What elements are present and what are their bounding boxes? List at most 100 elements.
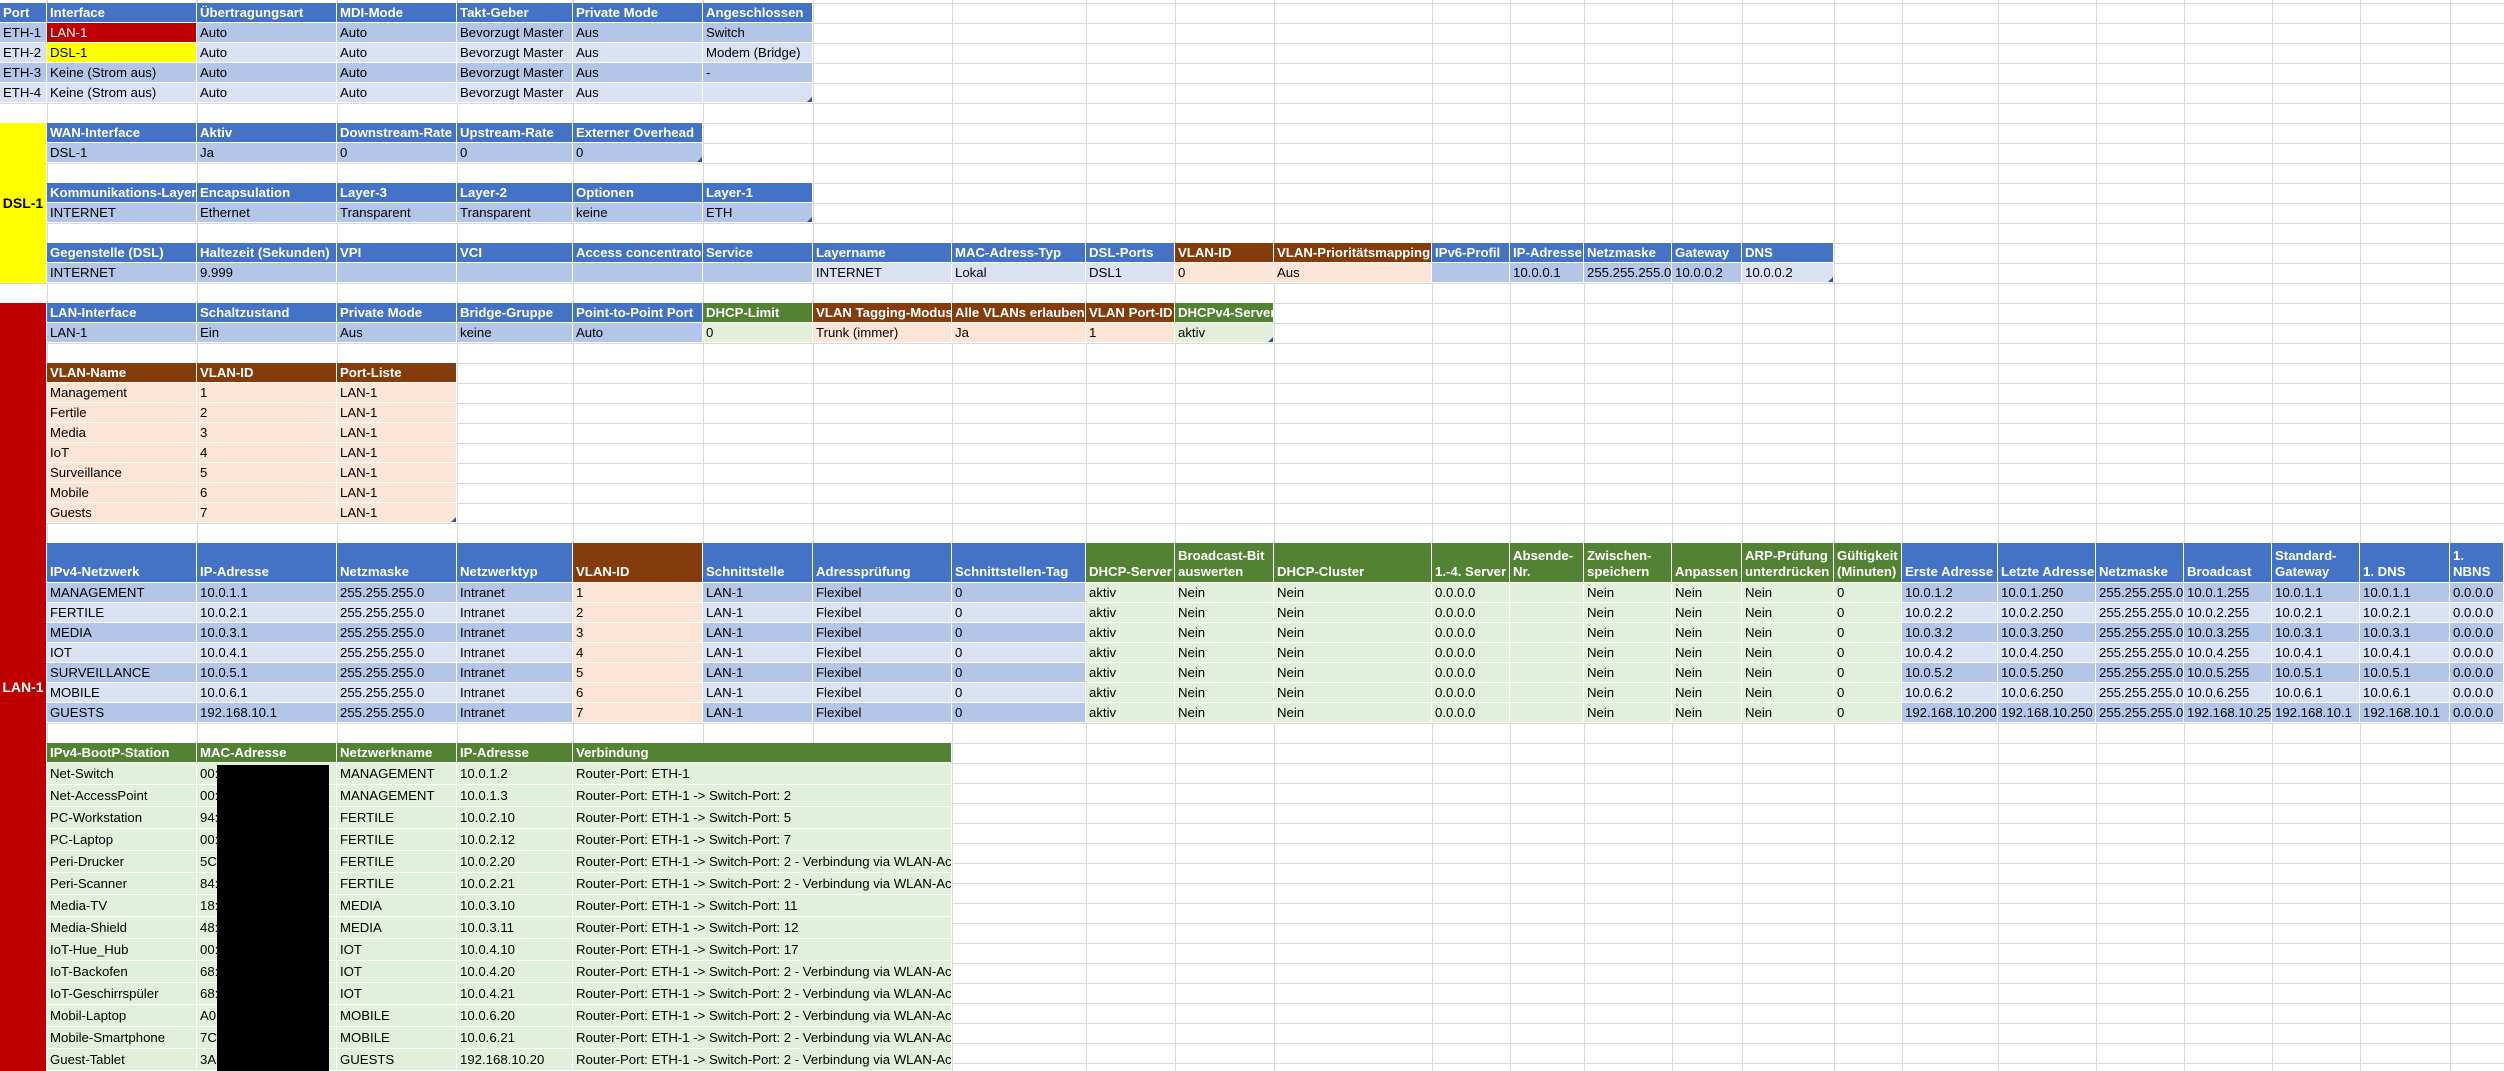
- ipv4-table-cell[interactable]: Nein: [1274, 663, 1432, 683]
- bootp-table-cell[interactable]: Router-Port: ETH-1 -> Switch-Port: 2 - V…: [573, 1005, 952, 1027]
- bootp-table-cell[interactable]: MEDIA: [337, 917, 457, 939]
- ipv4-table-cell[interactable]: Nein: [1742, 583, 1834, 603]
- komm-table-cell[interactable]: ETH: [703, 203, 813, 223]
- ipv4-table-cell[interactable]: 0.0.0.0: [1432, 623, 1510, 643]
- ipv4-table-cell[interactable]: 10.0.4.1: [2360, 643, 2450, 663]
- table-resize-handle-icon[interactable]: [1268, 337, 1273, 342]
- ipv4-table-cell[interactable]: 10.0.3.1: [2272, 623, 2360, 643]
- port-table-header[interactable]: Interface: [47, 3, 197, 23]
- ipv4-table-cell[interactable]: Nein: [1672, 583, 1742, 603]
- gegenstelle-table-cell[interactable]: Lokal: [952, 263, 1086, 283]
- table-resize-handle-icon[interactable]: [1828, 277, 1833, 282]
- ipv4-table-cell[interactable]: Nein: [1274, 683, 1432, 703]
- bootp-table-cell[interactable]: Net-AccessPoint: [47, 785, 197, 807]
- ipv4-table-cell[interactable]: 10.0.2.250: [1998, 603, 2096, 623]
- vlan-table-cell[interactable]: 1: [197, 383, 337, 403]
- bootp-table-cell[interactable]: Router-Port: ETH-1 -> Switch-Port: 2 - V…: [573, 1027, 952, 1049]
- gegenstelle-table-header[interactable]: VCI: [457, 243, 573, 263]
- bootp-table-cell[interactable]: Router-Port: ETH-1 -> Switch-Port: 2 - V…: [573, 873, 952, 895]
- port-table-cell[interactable]: DSL-1: [47, 43, 197, 63]
- ipv4-table-cell[interactable]: Nein: [1672, 683, 1742, 703]
- ipv4-table-cell[interactable]: 0.0.0.0: [2450, 703, 2504, 723]
- bootp-table-cell[interactable]: Router-Port: ETH-1 -> Switch-Port: 17: [573, 939, 952, 961]
- gegenstelle-table-header[interactable]: MAC-Adress-Typ: [952, 243, 1086, 263]
- bootp-table-cell[interactable]: Media-TV: [47, 895, 197, 917]
- ipv4-table-cell[interactable]: 10.0.6.255: [2184, 683, 2272, 703]
- bootp-table-cell[interactable]: FERTILE: [337, 829, 457, 851]
- bootp-table-cell[interactable]: IOT: [337, 983, 457, 1005]
- vlan-table-cell[interactable]: LAN-1: [337, 463, 457, 483]
- ipv4-table-cell[interactable]: 0: [952, 623, 1086, 643]
- ipv4-table-cell[interactable]: LAN-1: [703, 643, 813, 663]
- lan-interface-cell[interactable]: 1: [1086, 323, 1175, 343]
- port-table-cell[interactable]: ETH-2: [0, 43, 47, 63]
- bootp-table-header[interactable]: MAC-Adresse: [197, 743, 337, 763]
- ipv4-table-cell[interactable]: 10.0.1.1: [2272, 583, 2360, 603]
- port-table-cell[interactable]: LAN-1: [47, 23, 197, 43]
- ipv4-table-cell[interactable]: Nein: [1742, 643, 1834, 663]
- ipv4-table-cell[interactable]: [1510, 583, 1584, 603]
- ipv4-table-cell[interactable]: IOT: [47, 643, 197, 663]
- ipv4-table-cell[interactable]: Nein: [1584, 643, 1672, 663]
- gegenstelle-table-cell[interactable]: INTERNET: [813, 263, 952, 283]
- ipv4-table-cell[interactable]: 10.0.5.1: [197, 663, 337, 683]
- bootp-table-cell[interactable]: 10.0.2.12: [457, 829, 573, 851]
- ipv4-table-cell[interactable]: 10.0.4.255: [2184, 643, 2272, 663]
- ipv4-table-cell[interactable]: 10.0.6.1: [2272, 683, 2360, 703]
- bootp-table-cell[interactable]: Router-Port: ETH-1 -> Switch-Port: 2: [573, 785, 952, 807]
- table-resize-handle-icon[interactable]: [807, 217, 812, 222]
- gegenstelle-table-cell[interactable]: [573, 263, 703, 283]
- port-table-cell[interactable]: ETH-4: [0, 83, 47, 103]
- ipv4-table-cell[interactable]: aktiv: [1086, 703, 1175, 723]
- port-table-header[interactable]: Private Mode: [573, 3, 703, 23]
- lan-interface-header[interactable]: DHCPv4-Server: [1175, 303, 1274, 323]
- bootp-table-cell[interactable]: PC-Workstation: [47, 807, 197, 829]
- lan-interface-cell[interactable]: keine: [457, 323, 573, 343]
- gegenstelle-table-header[interactable]: Access concentrator: [573, 243, 703, 263]
- ipv4-table-cell[interactable]: Nein: [1175, 663, 1274, 683]
- vlan-table-cell[interactable]: LAN-1: [337, 423, 457, 443]
- port-table-cell[interactable]: Bevorzugt Master: [457, 63, 573, 83]
- ipv4-table-cell[interactable]: Nein: [1175, 703, 1274, 723]
- ipv4-table-cell[interactable]: 0: [952, 583, 1086, 603]
- bootp-table-cell[interactable]: Peri-Scanner: [47, 873, 197, 895]
- bootp-table-cell[interactable]: IOT: [337, 961, 457, 983]
- ipv4-table-cell[interactable]: Nein: [1672, 663, 1742, 683]
- bootp-table-cell[interactable]: Router-Port: ETH-1 -> Switch-Port: 2 - V…: [573, 851, 952, 873]
- ipv4-table-cell[interactable]: Nein: [1742, 703, 1834, 723]
- ipv4-table-cell[interactable]: Nein: [1742, 623, 1834, 643]
- ipv4-table-header[interactable]: Gültigkeit (Minuten): [1834, 543, 1902, 583]
- ipv4-table-cell[interactable]: 255.255.255.0: [337, 663, 457, 683]
- ipv4-table-cell[interactable]: Nein: [1584, 603, 1672, 623]
- ipv4-table-cell[interactable]: 0.0.0.0: [2450, 683, 2504, 703]
- bootp-table-cell[interactable]: 10.0.1.3: [457, 785, 573, 807]
- gegenstelle-table-header[interactable]: DSL-Ports: [1086, 243, 1175, 263]
- wan-table-cell[interactable]: DSL-1: [47, 143, 197, 163]
- vlan-table-cell[interactable]: IoT: [47, 443, 197, 463]
- port-table-header[interactable]: Übertragungsart: [197, 3, 337, 23]
- ipv4-table-cell[interactable]: 255.255.255.0: [2096, 583, 2184, 603]
- bootp-table-cell[interactable]: Peri-Drucker: [47, 851, 197, 873]
- ipv4-table-cell[interactable]: Intranet: [457, 583, 573, 603]
- ipv4-table-header[interactable]: VLAN-ID: [573, 543, 703, 583]
- lan-interface-cell[interactable]: aktiv: [1175, 323, 1274, 343]
- port-table-cell[interactable]: Switch: [703, 23, 813, 43]
- ipv4-table-cell[interactable]: LAN-1: [703, 623, 813, 643]
- wan-table-header[interactable]: Upstream-Rate: [457, 123, 573, 143]
- bootp-table-cell[interactable]: 10.0.3.10: [457, 895, 573, 917]
- ipv4-table-cell[interactable]: 10.0.2.1: [197, 603, 337, 623]
- lan-interface-cell[interactable]: Aus: [337, 323, 457, 343]
- ipv4-table-cell[interactable]: aktiv: [1086, 643, 1175, 663]
- vlan-table-cell[interactable]: Media: [47, 423, 197, 443]
- bootp-table-cell[interactable]: Media-Shield: [47, 917, 197, 939]
- ipv4-table-cell[interactable]: 6: [573, 683, 703, 703]
- gegenstelle-table-cell[interactable]: 10.0.0.2: [1672, 263, 1742, 283]
- lan-interface-header[interactable]: Point-to-Point Port: [573, 303, 703, 323]
- ipv4-table-cell[interactable]: 255.255.255.0: [337, 583, 457, 603]
- ipv4-table-cell[interactable]: aktiv: [1086, 663, 1175, 683]
- port-table-cell[interactable]: Auto: [337, 83, 457, 103]
- ipv4-table-header[interactable]: Erste Adresse: [1902, 543, 1998, 583]
- komm-table-header[interactable]: Layer-1: [703, 183, 813, 203]
- ipv4-table-cell[interactable]: FERTILE: [47, 603, 197, 623]
- ipv4-table-header[interactable]: Netzwerktyp: [457, 543, 573, 583]
